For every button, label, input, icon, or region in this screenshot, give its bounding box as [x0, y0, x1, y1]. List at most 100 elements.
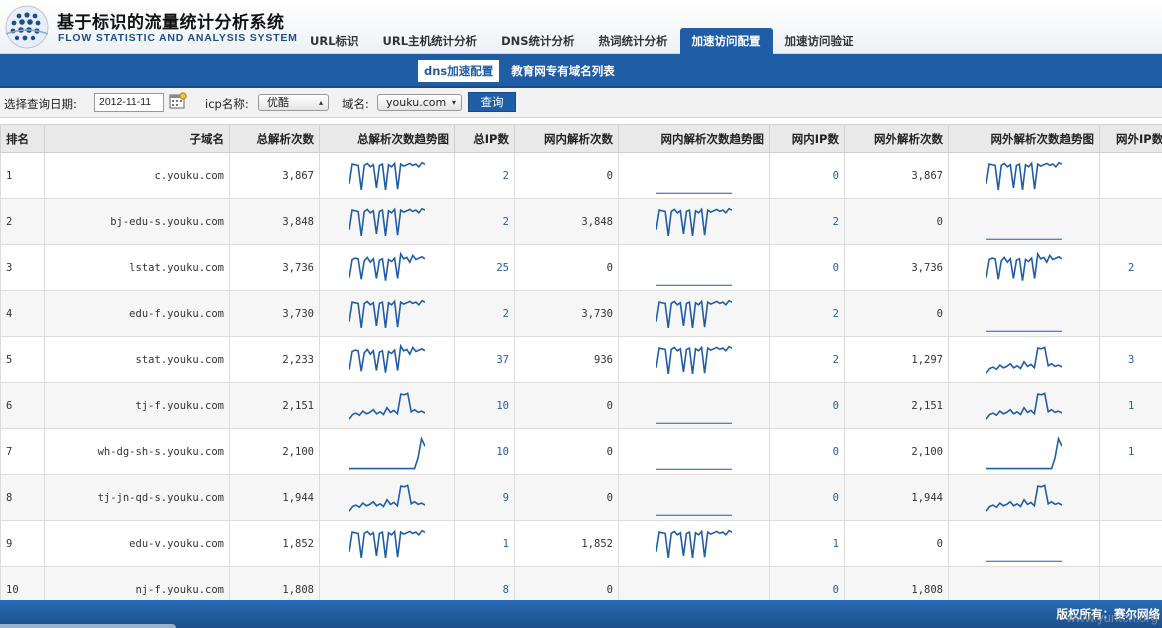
cell-total-ip-link[interactable]: 2	[454, 290, 515, 337]
col-header-outer-ip[interactable]: 网外IP数	[1099, 124, 1162, 153]
cell-rank: 7	[0, 428, 45, 475]
cell-outer: 1,808	[844, 566, 949, 600]
cell-subdomain: tj-jn-qd-s.youku.com	[44, 474, 230, 521]
stats-table-container[interactable]: 排名 子域名 总解析次数 总解析次数趋势图 总IP数 网内解析次数 网内解析次数…	[0, 124, 1162, 600]
cell-inner: 0	[514, 428, 619, 475]
table-header-row: 排名 子域名 总解析次数 总解析次数趋势图 总IP数 网内解析次数 网内解析次数…	[0, 124, 1162, 153]
cell-outer-ip-link[interactable]: 2	[1099, 244, 1162, 291]
domain-label: 域名:	[342, 97, 369, 111]
cell-outer-ip-link[interactable]	[1099, 152, 1162, 199]
nav-url-host-stats[interactable]: URL主机统计分析	[371, 28, 490, 54]
cell-inner-trend	[618, 244, 770, 291]
globe-logo-icon	[5, 5, 49, 49]
footer-accent	[0, 624, 176, 628]
cell-outer-ip-link[interactable]	[1099, 290, 1162, 337]
main-nav: URL标识 URL主机统计分析 DNS统计分析 热词统计分析 加速访问配置 加速…	[298, 28, 866, 54]
cell-total-trend	[319, 382, 455, 429]
tab-edu-domain-list[interactable]: 教育网专有域名列表	[505, 60, 621, 82]
col-header-outer[interactable]: 网外解析次数	[844, 124, 949, 153]
outer-trend-sparkline	[986, 238, 1062, 240]
cell-total-ip-link[interactable]: 10	[454, 382, 515, 429]
cell-outer: 0	[844, 290, 949, 337]
cell-outer-ip-link[interactable]	[1099, 198, 1162, 245]
cell-total-ip-link[interactable]: 37	[454, 336, 515, 383]
cell-rank: 1	[0, 152, 45, 199]
inner-trend-sparkline	[656, 422, 732, 424]
cell-total-ip-link[interactable]: 10	[454, 428, 515, 475]
cell-total: 2,151	[229, 382, 320, 429]
icp-select[interactable]: 优酷 ▴	[258, 94, 329, 111]
col-header-subdomain[interactable]: 子域名	[44, 124, 230, 153]
cell-inner: 3,730	[514, 290, 619, 337]
table-row: 3 lstat.youku.com 3,736 25 0 0 3,736 2	[0, 244, 1162, 291]
cell-total-trend	[319, 474, 455, 521]
cell-inner-ip-link[interactable]: 0	[769, 382, 845, 429]
cell-inner-ip-link[interactable]: 1	[769, 520, 845, 567]
cell-outer-trend	[948, 428, 1100, 475]
total-trend-sparkline	[349, 529, 425, 558]
cell-outer-ip-link[interactable]	[1099, 520, 1162, 567]
domain-select[interactable]: youku.com ▾	[377, 94, 462, 111]
cell-subdomain: stat.youku.com	[44, 336, 230, 383]
cell-total-ip-link[interactable]: 1	[454, 520, 515, 567]
cell-inner-trend	[618, 382, 770, 429]
cell-total: 3,848	[229, 198, 320, 245]
stats-table: 排名 子域名 总解析次数 总解析次数趋势图 总IP数 网内解析次数 网内解析次数…	[0, 124, 1162, 600]
cell-outer: 2,151	[844, 382, 949, 429]
total-trend-sparkline	[349, 343, 425, 373]
nav-dns-stats[interactable]: DNS统计分析	[489, 28, 586, 54]
total-trend-sparkline	[349, 435, 425, 469]
outer-trend-sparkline	[986, 435, 1062, 469]
cell-outer-ip-link[interactable]	[1099, 474, 1162, 521]
cell-inner: 0	[514, 474, 619, 521]
cell-total-trend	[319, 290, 455, 337]
cell-inner-ip-link[interactable]: 0	[769, 428, 845, 475]
cell-inner: 936	[514, 336, 619, 383]
cell-rank: 6	[0, 382, 45, 429]
col-header-total-ip[interactable]: 总IP数	[454, 124, 515, 153]
cell-inner-ip-link[interactable]: 0	[769, 244, 845, 291]
cell-inner-ip-link[interactable]: 2	[769, 290, 845, 337]
cell-outer-ip-link[interactable]: 1	[1099, 428, 1162, 475]
cell-outer-ip-link[interactable]: 3	[1099, 336, 1162, 383]
col-header-rank[interactable]: 排名	[0, 124, 45, 153]
nav-accel-verify[interactable]: 加速访问验证	[773, 28, 866, 54]
cell-total-ip-link[interactable]: 9	[454, 474, 515, 521]
cell-total-ip-link[interactable]: 25	[454, 244, 515, 291]
col-header-inner[interactable]: 网内解析次数	[514, 124, 619, 153]
col-header-inner-ip[interactable]: 网内IP数	[769, 124, 845, 153]
total-trend-sparkline	[349, 299, 425, 328]
cell-inner-ip-link[interactable]: 2	[769, 336, 845, 383]
cell-total-ip-link[interactable]: 8	[454, 566, 515, 600]
col-header-total-trend: 总解析次数趋势图	[319, 124, 455, 153]
cell-inner-ip-link[interactable]: 0	[769, 474, 845, 521]
cell-inner-ip-link[interactable]: 0	[769, 566, 845, 600]
date-input[interactable]: 2012-11-11	[94, 93, 164, 112]
nav-accel-config[interactable]: 加速访问配置	[679, 28, 773, 54]
cell-total-trend	[319, 566, 455, 600]
cell-inner: 0	[514, 382, 619, 429]
cell-subdomain: edu-f.youku.com	[44, 290, 230, 337]
footer: 版权所有：赛尔网络	[0, 600, 1162, 628]
cell-outer-trend	[948, 244, 1100, 291]
table-row: 8 tj-jn-qd-s.youku.com 1,944 9 0 0 1,944	[0, 474, 1162, 521]
app-subtitle: FLOW STATISTIC AND ANALYSIS SYSTEM	[58, 32, 298, 44]
query-button[interactable]: 查询	[468, 92, 516, 112]
cell-outer: 1,297	[844, 336, 949, 383]
cell-total: 1,944	[229, 474, 320, 521]
nav-hotword-stats[interactable]: 热词统计分析	[587, 28, 680, 54]
nav-url-tag[interactable]: URL标识	[298, 28, 371, 54]
tab-dns-accel-config[interactable]: dns加速配置	[418, 60, 500, 82]
cell-outer-ip-link[interactable]: 1	[1099, 382, 1162, 429]
calendar-icon[interactable]	[169, 92, 187, 110]
cell-outer-ip-link[interactable]	[1099, 566, 1162, 600]
cell-total-ip-link[interactable]: 2	[454, 198, 515, 245]
cell-inner-ip-link[interactable]: 2	[769, 198, 845, 245]
cell-total-trend	[319, 336, 455, 383]
chevron-updown-icon: ▴	[318, 98, 323, 107]
chevron-updown-icon: ▾	[451, 98, 456, 107]
cell-total-ip-link[interactable]: 2	[454, 152, 515, 199]
cell-inner-ip-link[interactable]: 0	[769, 152, 845, 199]
col-header-total[interactable]: 总解析次数	[229, 124, 320, 153]
outer-trend-sparkline	[986, 483, 1062, 512]
